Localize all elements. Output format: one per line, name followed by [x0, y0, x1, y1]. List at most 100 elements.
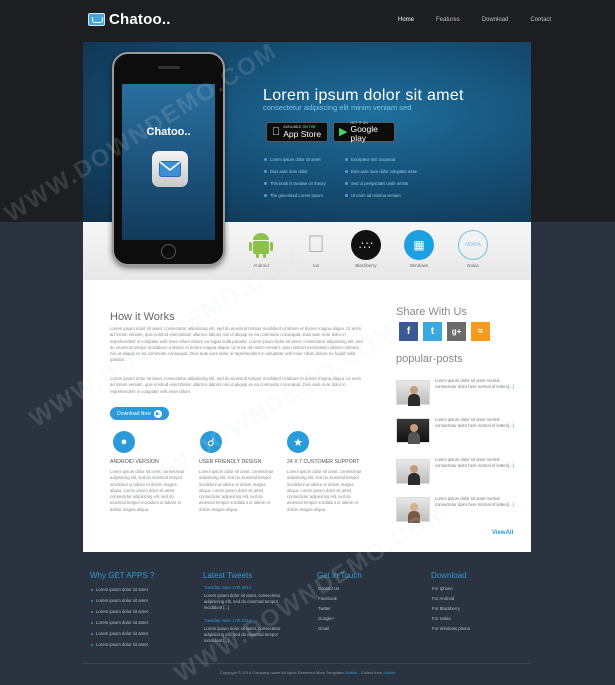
- how-it-works-text: Lorem ipsum dolor sit amet, consectetur …: [110, 326, 363, 363]
- post-excerpt[interactable]: Lorem ipsum dolor sit amet normal consec…: [435, 457, 515, 470]
- googleplus-icon[interactable]: g+: [447, 322, 466, 341]
- rss-icon[interactable]: ≈: [471, 322, 490, 341]
- post-excerpt[interactable]: Lorem ipsum dolor sit amet normal consec…: [435, 378, 515, 391]
- download-now-button[interactable]: Download Now ▶: [110, 407, 169, 420]
- hero-feature: The generated Lorem Ipsum: [264, 193, 323, 198]
- platform-label: Windows: [409, 263, 429, 268]
- footer-why-item[interactable]: Lorem ipsum dolor sit amet: [91, 598, 148, 603]
- footer-tweets-heading: Latest Tweets: [203, 571, 253, 580]
- feature-text: Lorem ipsum dolor sit amet, consectetur …: [199, 469, 274, 512]
- main-nav: Home Features Download Contact: [398, 17, 573, 23]
- post-excerpt[interactable]: Lorem ipsum dolor sit amet normal consec…: [435, 496, 515, 509]
- footer-touch-item[interactable]: Contact Us: [318, 586, 339, 591]
- feature-title: ANDROID VERSION: [110, 459, 159, 465]
- platform-blackberry[interactable]: ∴∵ Blackberry: [346, 230, 386, 268]
- facebook-icon[interactable]: f: [399, 322, 418, 341]
- platform-ios[interactable]:  Ios: [296, 230, 336, 268]
- nav-features[interactable]: Features: [436, 17, 460, 23]
- tweet-text[interactable]: Lorem ipsum dolor sit amet, consectetur …: [204, 626, 292, 644]
- footer-download-item[interactable]: For Android: [432, 596, 454, 601]
- footer-why-item[interactable]: Lorem ipsum dolor sit amet: [91, 642, 148, 647]
- support-icon: ★: [287, 431, 309, 453]
- copyright: Copyright © 2014 Company name All rights…: [0, 670, 615, 675]
- apple-icon: : [301, 230, 331, 260]
- copyright-text: Copyright © 2014 Company name All rights…: [219, 670, 345, 675]
- twitter-icon[interactable]: t: [423, 322, 442, 341]
- view-all-link[interactable]: ViewAll: [492, 530, 513, 536]
- copyright-link[interactable]: Mobile: [346, 670, 358, 675]
- android-feature-icon: ●: [113, 431, 135, 453]
- feature-text: Lorem ipsum dolor sit amet, consectetur …: [110, 469, 185, 512]
- read-more-link[interactable]: [...]: [508, 423, 514, 428]
- phone-app-name: Chatoo..: [146, 126, 191, 138]
- feature-title: 24 X 7 CUSTOMER SUPPORT: [287, 459, 360, 465]
- platform-nokia[interactable]: NOKIA Nokia: [453, 230, 493, 268]
- footer-download-item[interactable]: For Blackberry: [432, 606, 460, 611]
- footer-why-heading: Why GET APPS ?: [90, 571, 155, 580]
- phone-screen: Chatoo..: [122, 84, 215, 240]
- android-icon: [246, 230, 276, 260]
- app-store-button[interactable]:  AVAILABLE ON THE App Store: [266, 122, 328, 142]
- share-heading: Share With Us: [396, 306, 467, 318]
- footer-download-heading: Download: [431, 571, 467, 580]
- hero-feature: Sed ut perspiciatis unde omnis: [345, 181, 408, 186]
- footer-touch-heading: Get in Touch: [317, 571, 362, 580]
- popular-posts-heading: popular-posts: [396, 353, 463, 365]
- apple-icon: : [272, 126, 280, 138]
- footer-why-item[interactable]: Lorem ipsum dolor sit amet: [91, 587, 148, 592]
- post-thumbnail[interactable]: [396, 497, 430, 523]
- post-excerpt[interactable]: Lorem ipsum dolor sit amet normal consec…: [435, 417, 515, 430]
- nav-home[interactable]: Home: [398, 17, 414, 23]
- footer-download-item[interactable]: For Iphone: [432, 586, 453, 591]
- platform-label: Nokia: [467, 263, 479, 268]
- footer-download-item[interactable]: For Nokia: [432, 616, 451, 621]
- google-play-button[interactable]: ▶ GET IT ON Google play: [333, 121, 395, 143]
- footer-why-item[interactable]: Lorem ipsum dolor sit amet: [91, 620, 148, 625]
- phone-mockup: Chatoo..: [112, 52, 225, 266]
- footer-download-item[interactable]: For Windows phone: [432, 626, 470, 631]
- post-thumbnail[interactable]: [396, 459, 430, 485]
- post-thumbnail[interactable]: [396, 418, 430, 444]
- footer-touch-item[interactable]: Gmail: [318, 626, 329, 631]
- feature-text: Lorem ipsum dolor sit amet, consectetur …: [287, 469, 362, 512]
- footer-touch-item[interactable]: Twitter: [318, 606, 331, 611]
- hero-feature: Lorem ipsum dolor sit amet: [264, 157, 321, 162]
- phone-home-button: [161, 244, 176, 259]
- hero-feature: Ut enim ad minima veniam: [345, 193, 401, 198]
- post-text: Lorem ipsum dolor sit amet normal consec…: [435, 496, 508, 508]
- platform-android[interactable]: Android: [241, 230, 281, 268]
- footer-why-item[interactable]: Lorem ipsum dolor sit amet: [91, 609, 148, 614]
- post-text: Lorem ipsum dolor sit amet normal consec…: [435, 457, 508, 469]
- hero-feature: Duis aute irure dolor: [264, 169, 308, 174]
- platform-windows[interactable]: ▦ Windows: [399, 230, 439, 268]
- chat-bubble-icon: [88, 13, 105, 26]
- nokia-icon: NOKIA: [458, 230, 488, 260]
- play-icon: ▶: [153, 409, 162, 418]
- app-store-label: App Store: [275, 128, 321, 139]
- footer-divider: [83, 663, 531, 664]
- how-it-works-text-2: Lorem ipsum dolor sit amet, consectetur …: [110, 376, 362, 394]
- nav-download[interactable]: Download: [482, 17, 509, 23]
- how-it-works-heading: How it Works: [110, 311, 175, 323]
- hero-subtitle: consectetur adipiscing elit minim veniam…: [263, 103, 412, 112]
- footer-touch-item[interactable]: Google+: [318, 616, 334, 621]
- nav-contact[interactable]: Contact: [530, 17, 551, 23]
- post-text: Lorem ipsum dolor sit amet normal consec…: [435, 417, 508, 429]
- envelope-icon: [159, 161, 181, 177]
- blackberry-icon: ∴∵: [351, 230, 381, 260]
- read-more-link[interactable]: [...]: [508, 463, 514, 468]
- logo-text: Chatoo..: [109, 11, 171, 28]
- footer-touch-item[interactable]: Facebook: [318, 596, 337, 601]
- phone-speaker: [158, 66, 180, 69]
- read-more-link[interactable]: [...]: [508, 502, 514, 507]
- platform-label: Blackberry: [355, 263, 377, 268]
- copyright-link[interactable]: Mobile: [383, 670, 395, 675]
- google-play-label: Google play: [350, 124, 378, 143]
- copyright-mid: - Collect from: [358, 670, 383, 675]
- tweet-text[interactable]: Lorem ipsum dolor sit amet, consectetur …: [204, 593, 292, 611]
- logo[interactable]: Chatoo..: [88, 11, 171, 28]
- footer-why-item[interactable]: Lorem ipsum dolor sit amet: [91, 631, 148, 636]
- hero-feature: This book is treatise on theory: [264, 181, 326, 186]
- read-more-link[interactable]: [...]: [508, 384, 514, 389]
- post-thumbnail[interactable]: [396, 380, 430, 406]
